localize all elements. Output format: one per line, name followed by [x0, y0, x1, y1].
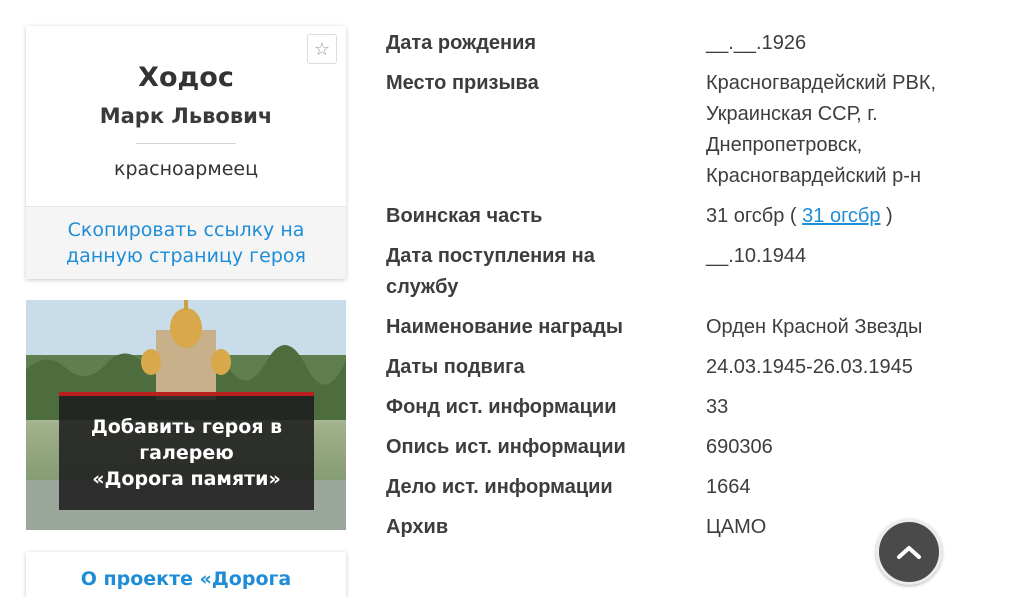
info-value: __.10.1944	[706, 245, 807, 267]
copy-link[interactable]: Скопировать ссылку на данную страницу ге…	[26, 217, 346, 269]
info-row-delo: Дело ист. информации 1664	[386, 472, 1006, 503]
info-value: Красногвардейский РВК, Украинская ССР, г…	[706, 68, 996, 192]
info-label: Архив	[386, 516, 449, 538]
info-label: Место призыва	[386, 72, 539, 94]
unit-prefix: 31 огсбр (	[706, 205, 803, 227]
about-project-card: О проекте «Дорога	[26, 552, 346, 597]
copy-link-line1: Скопировать ссылку на	[67, 219, 305, 241]
info-value-line: Украинская ССР, г.	[706, 103, 878, 125]
info-value: 690306	[706, 436, 773, 458]
info-label: Воинская часть	[386, 205, 543, 227]
info-row-service-date: Дата поступления на службу __.10.1944	[386, 241, 1006, 303]
info-value-line: Красногвардейский РВК,	[706, 72, 937, 94]
info-value: 1664	[706, 476, 751, 498]
info-value: 24.03.1945-26.03.1945	[706, 356, 913, 378]
hero-card: ☆ Ходос Марк Львович красноармеец Скопир…	[26, 26, 346, 279]
info-label: Наименование награды	[386, 316, 623, 338]
unit-link[interactable]: 31 огсбр	[802, 205, 880, 227]
info-label: Даты подвига	[386, 356, 525, 378]
unit-suffix: )	[880, 205, 893, 227]
info-row-birth-date: Дата рождения __.__.1926	[386, 28, 1006, 59]
info-label: Дата поступления на службу	[386, 241, 706, 303]
info-value: ЦАМО	[706, 516, 767, 538]
banner-line3: «Дорога памяти»	[92, 468, 281, 490]
info-row-award: Наименование награды Орден Красной Звезд…	[386, 312, 1006, 343]
hero-info-table: Дата рождения __.__.1926 Место призыва К…	[386, 28, 1006, 552]
info-value-line: Красногвардейский р-н	[706, 165, 921, 187]
star-outline-icon: ☆	[313, 38, 331, 60]
info-value: 33	[706, 396, 729, 418]
info-row-feat-dates: Даты подвига 24.03.1945-26.03.1945	[386, 352, 1006, 383]
hero-surname: Ходос	[138, 62, 234, 93]
info-value: 31 огсбр ( 31 огсбр )	[706, 201, 996, 232]
hero-divider	[136, 143, 236, 144]
info-label: Фонд ист. информации	[386, 396, 617, 418]
copy-link-area: Скопировать ссылку на данную страницу ге…	[26, 206, 346, 279]
banner-line1: Добавить героя в	[90, 416, 283, 438]
about-project-link[interactable]: О проекте «Дорога	[26, 568, 346, 590]
info-value: __.__.1926	[706, 32, 807, 54]
scroll-to-top-button[interactable]	[876, 519, 942, 585]
chevron-up-icon	[897, 546, 921, 559]
hero-rank: красноармеец	[113, 158, 259, 180]
hero-name: Марк Львович	[99, 104, 273, 128]
info-value: Орден Красной Звезды	[706, 316, 923, 338]
road-of-memory-banner[interactable]: Добавить героя в галерею «Дорога памяти»	[26, 300, 346, 530]
info-label: Дата рождения	[386, 32, 537, 54]
banner-line2: галерею	[139, 442, 234, 464]
info-row-fond: Фонд ист. информации 33	[386, 392, 1006, 423]
add-hero-to-gallery-button[interactable]: Добавить героя в галерею «Дорога памяти»	[59, 392, 314, 510]
info-row-opis: Опись ист. информации 690306	[386, 432, 1006, 463]
favorite-button[interactable]: ☆	[307, 34, 337, 64]
copy-link-line2: данную страницу героя	[66, 245, 306, 267]
info-label-line: службу	[386, 276, 459, 298]
info-row-draft-place: Место призыва Красногвардейский РВК, Укр…	[386, 68, 1006, 192]
info-label: Дело ист. информации	[386, 476, 613, 498]
info-label: Опись ист. информации	[386, 436, 626, 458]
info-label-line: Дата поступления на	[386, 245, 595, 267]
info-row-military-unit: Воинская часть 31 огсбр ( 31 огсбр )	[386, 201, 1006, 232]
info-value-line: Днепропетровск,	[706, 134, 863, 156]
